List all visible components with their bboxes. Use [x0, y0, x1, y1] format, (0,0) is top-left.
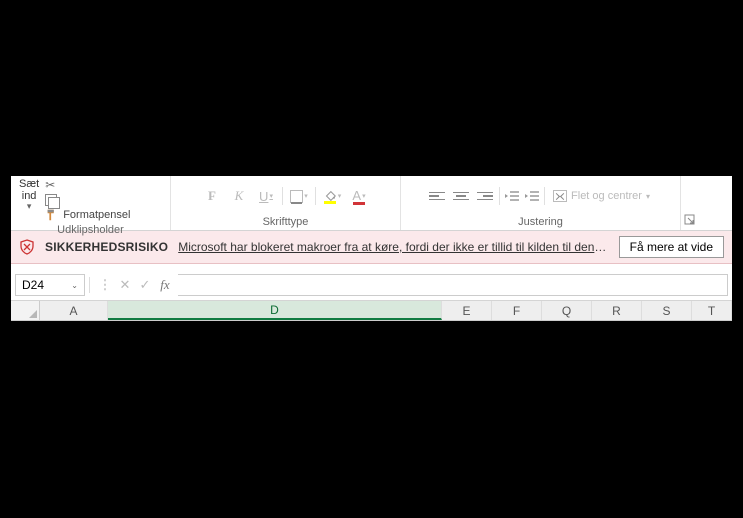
format-painter-button[interactable]: Formatpensel: [45, 208, 130, 222]
security-title: SIKKERHEDSRISIKO: [45, 240, 168, 254]
separator: [544, 187, 545, 205]
scissors-icon: [45, 178, 55, 192]
font-group-label: Skrifttype: [175, 214, 396, 228]
chevron-down-icon: ▾: [362, 192, 366, 200]
paste-label-line1: Sæt: [19, 178, 39, 190]
font-color-icon: A: [352, 188, 361, 204]
select-all-corner[interactable]: [11, 301, 40, 320]
paste-button[interactable]: Sæt ind ▾: [19, 178, 39, 212]
align-right-button[interactable]: [475, 187, 495, 205]
italic-button[interactable]: K: [228, 186, 250, 206]
paint-bucket-icon: [323, 189, 337, 203]
column-header-E[interactable]: E: [442, 301, 492, 320]
align-left-button[interactable]: [427, 187, 447, 205]
formula-input[interactable]: [178, 274, 728, 296]
separator: [282, 187, 283, 205]
outdent-icon: [504, 189, 520, 203]
column-header-T[interactable]: T: [692, 301, 732, 320]
merge-icon: [553, 190, 567, 202]
borders-button[interactable]: ▾: [288, 186, 310, 206]
shield-blocked-icon: [19, 239, 35, 255]
excel-window-strip: Sæt ind ▾ Formatpensel Udklipsholder F: [11, 176, 732, 321]
ribbon-group-alignment: Flet og centrer ▾ Justering: [401, 176, 681, 230]
cut-button[interactable]: [45, 178, 130, 192]
ribbon-group-font: F K U▾ ▾ ▾ A▾ Skrifttype: [171, 176, 401, 230]
column-header-A[interactable]: A: [40, 301, 108, 320]
fill-color-button[interactable]: ▾: [321, 186, 343, 206]
merge-label: Flet og centrer: [571, 190, 642, 202]
chevron-down-icon: ▾: [27, 202, 32, 212]
column-headers: ADEFQRST: [11, 301, 732, 321]
dialog-launcher-button[interactable]: [681, 176, 699, 230]
separator: [499, 187, 500, 205]
cancel-formula-button[interactable]: ✕: [116, 277, 134, 293]
column-header-R[interactable]: R: [592, 301, 642, 320]
increase-indent-button[interactable]: [524, 189, 540, 203]
bold-button[interactable]: F: [201, 186, 223, 206]
chevron-down-icon[interactable]: ⌄: [71, 281, 78, 290]
underline-button[interactable]: U▾: [255, 186, 277, 206]
name-box-value: D24: [22, 278, 44, 292]
formula-bar: D24 ⌄ ⋮ ✕ ✓ fx: [11, 270, 732, 301]
confirm-formula-button[interactable]: ✓: [136, 277, 154, 293]
name-box[interactable]: D24 ⌄: [15, 274, 85, 296]
column-header-D[interactable]: D: [108, 301, 442, 320]
options-button[interactable]: ⋮: [96, 277, 114, 293]
learn-more-button[interactable]: Få mere at vide: [619, 236, 724, 258]
format-painter-label: Formatpensel: [63, 209, 130, 221]
paintbrush-icon: [45, 208, 59, 222]
chevron-down-icon: ▾: [304, 192, 308, 200]
ribbon: Sæt ind ▾ Formatpensel Udklipsholder F: [11, 176, 732, 231]
separator: [315, 187, 316, 205]
insert-function-button[interactable]: fx: [156, 277, 174, 293]
decrease-indent-button[interactable]: [504, 189, 520, 203]
column-header-F[interactable]: F: [492, 301, 542, 320]
chevron-down-icon: ▾: [269, 192, 273, 200]
alignment-group-label: Justering: [405, 214, 676, 228]
chevron-down-icon: ▾: [338, 192, 342, 200]
column-header-S[interactable]: S: [642, 301, 692, 320]
column-header-Q[interactable]: Q: [542, 301, 592, 320]
clipboard-group-label: Udklipsholder: [15, 222, 166, 236]
security-message-link[interactable]: Microsoft har blokeret makroer fra at kø…: [178, 240, 608, 254]
font-color-button[interactable]: A▾: [348, 186, 370, 206]
indent-icon: [524, 189, 540, 203]
copy-icon: [45, 194, 57, 206]
copy-button[interactable]: [45, 194, 130, 206]
align-center-button[interactable]: [451, 187, 471, 205]
merge-center-button[interactable]: Flet og centrer ▾: [549, 190, 654, 202]
expand-icon: [684, 214, 696, 226]
ribbon-group-clipboard: Sæt ind ▾ Formatpensel Udklipsholder: [11, 176, 171, 230]
border-icon: [290, 190, 303, 203]
chevron-down-icon: ▾: [646, 192, 650, 201]
